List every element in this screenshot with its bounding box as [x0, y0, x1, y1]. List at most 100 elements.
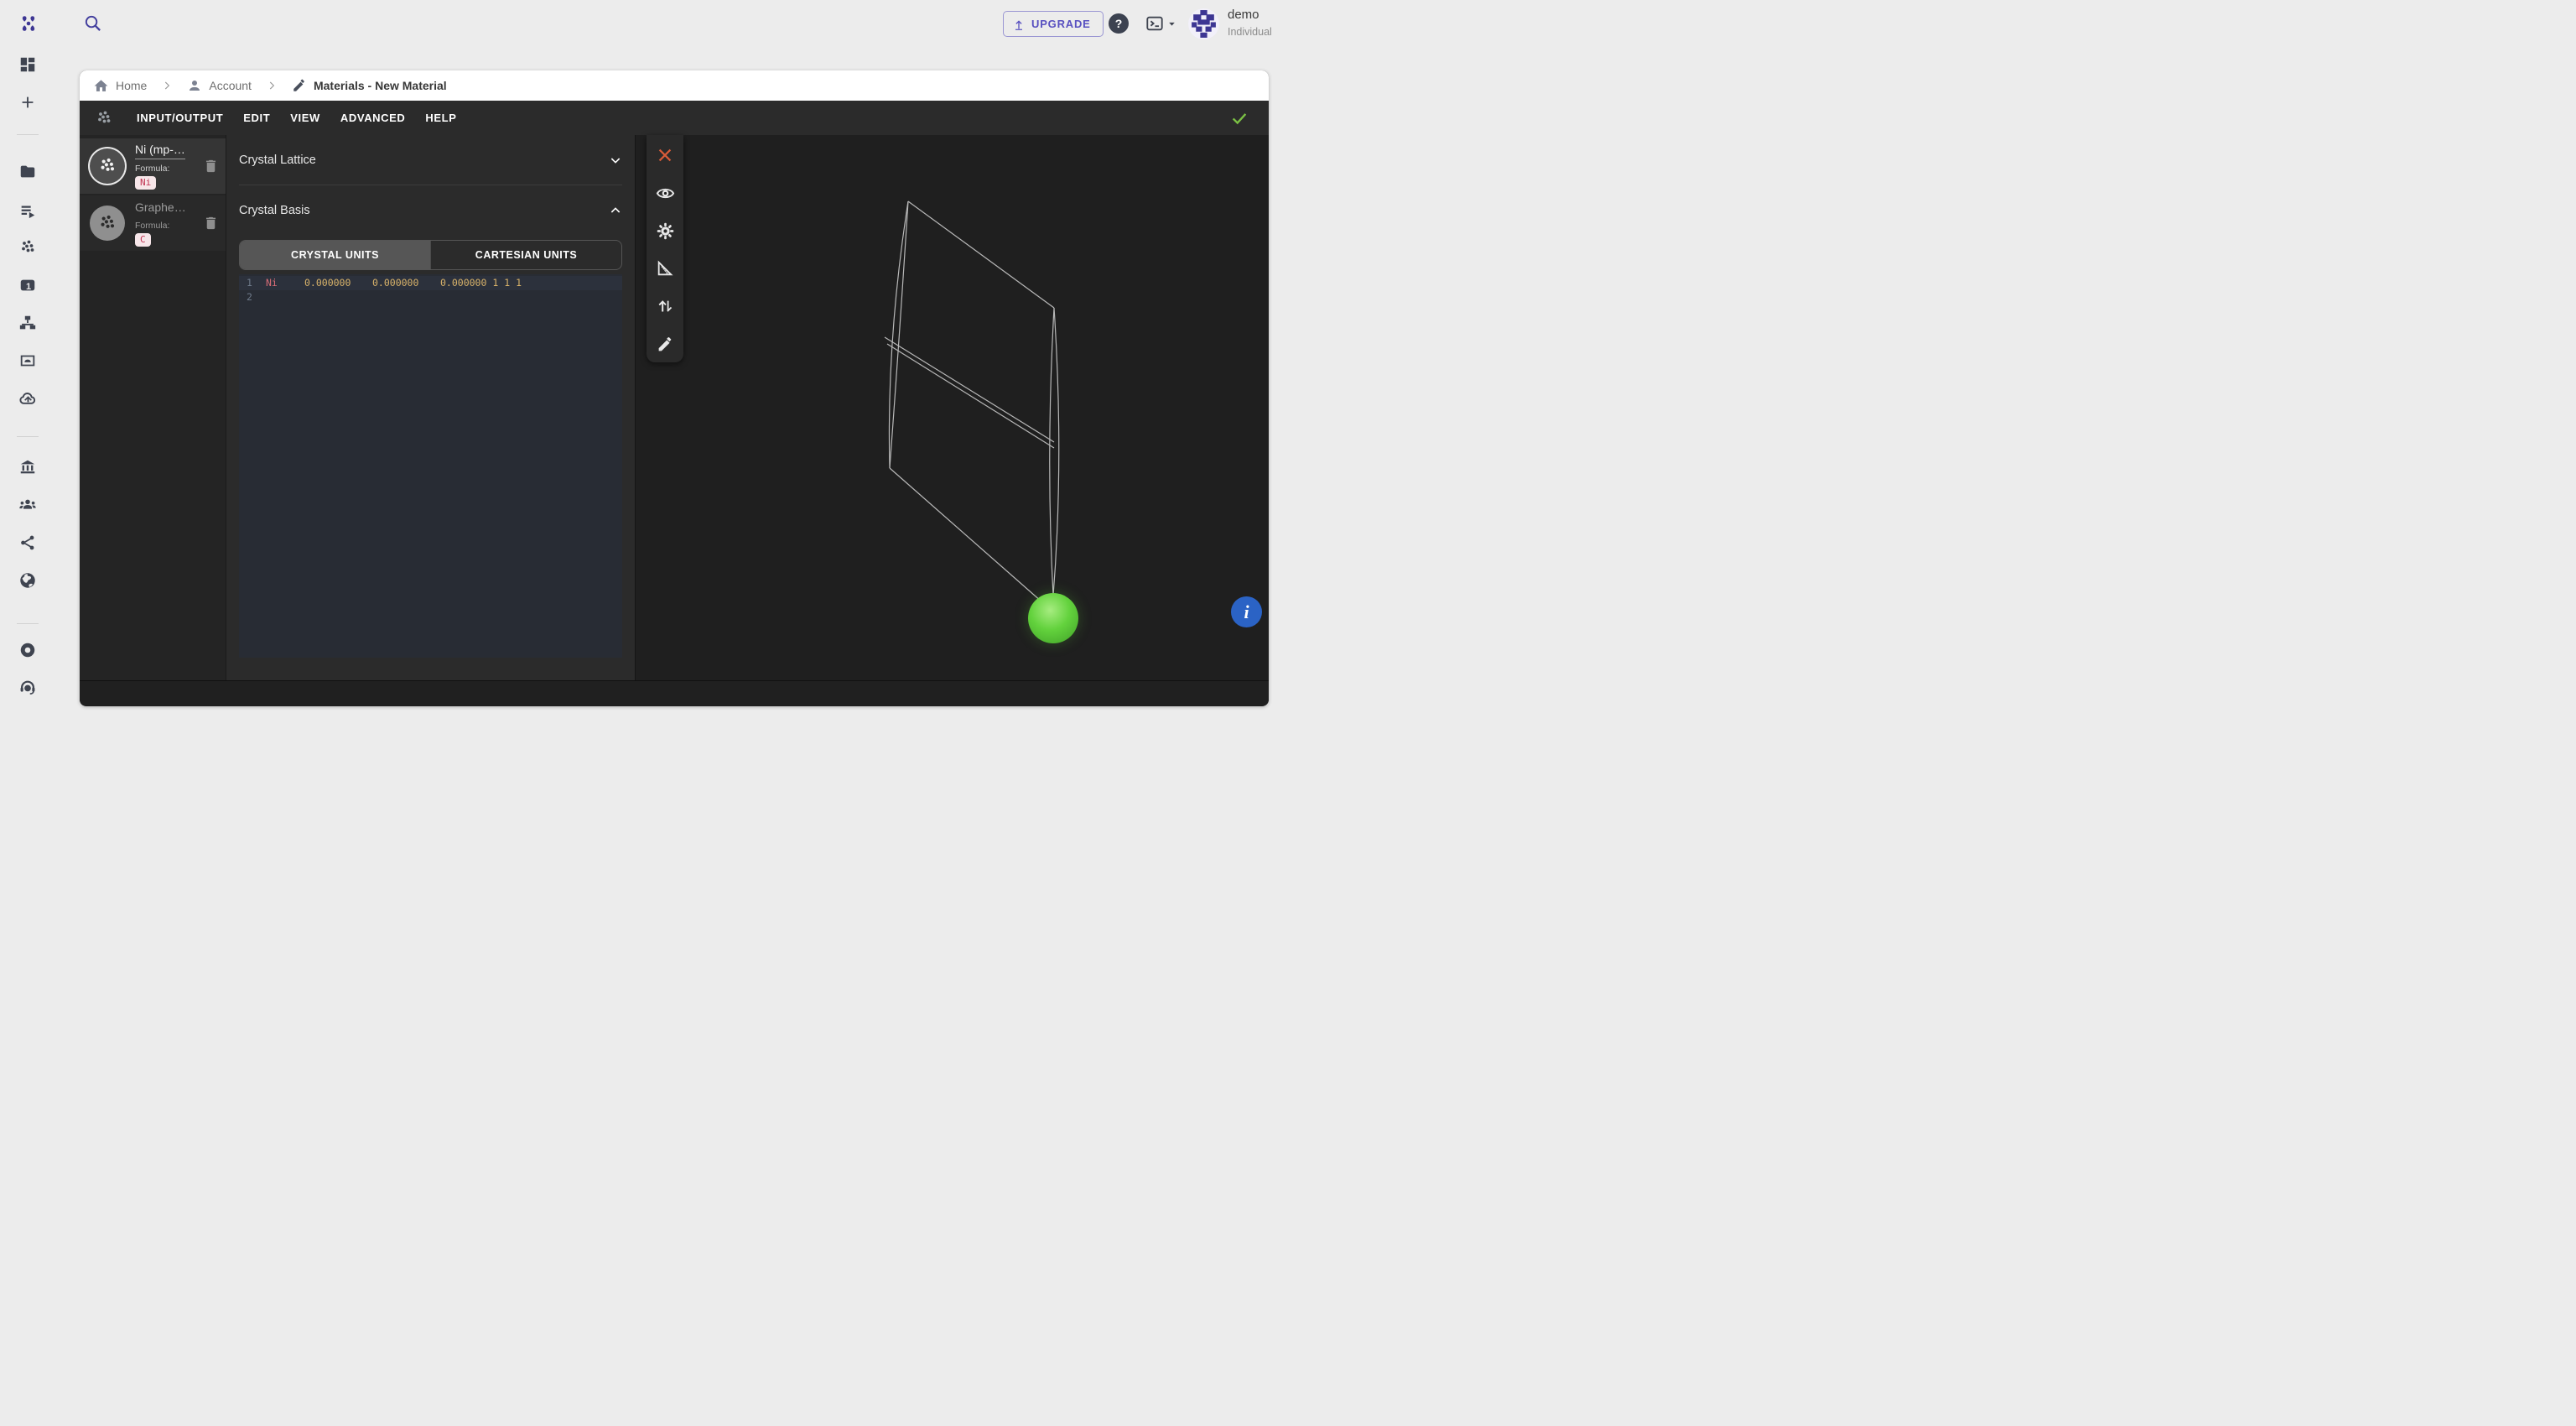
upgrade-label: UPGRADE [1031, 18, 1091, 30]
viewer-settings-button[interactable] [655, 221, 675, 241]
user-avatar[interactable] [1188, 8, 1219, 39]
material-item-graphene[interactable]: Graphe… Formula: C [80, 195, 226, 251]
sidebar-item-command-hub[interactable] [18, 641, 37, 659]
section-crystal-lattice[interactable]: Crystal Lattice [239, 135, 622, 185]
bank-icon [18, 458, 37, 476]
sidebar-item-workflows[interactable] [18, 314, 37, 332]
basis-code-editor[interactable]: 1 Ni 0.000000 0.000000 0.000000 1 1 1 2 [239, 274, 622, 658]
main-card: Home Account Materials - New Material IN… [80, 70, 1269, 706]
avatar-identicon [1188, 8, 1219, 39]
user-plan: Individual [1228, 26, 1272, 38]
menu-advanced[interactable]: ADVANCED [330, 101, 416, 135]
trash-icon [203, 159, 219, 174]
sidebar-divider [17, 623, 39, 624]
material-avatar [90, 148, 125, 184]
caret-down-icon [1166, 18, 1177, 29]
code-line-2: 2 [239, 290, 622, 304]
chevron-right-icon [266, 80, 278, 91]
chevron-right-icon [161, 80, 173, 91]
svg-text:1: 1 [26, 282, 31, 292]
sidebar-item-organization[interactable] [18, 458, 37, 476]
share-icon [18, 533, 37, 552]
gear-icon [656, 221, 675, 241]
tab-cartesian-units[interactable]: CARTESIAN UNITS [430, 241, 621, 269]
cloud-upload-icon [18, 389, 38, 409]
edit-structure-button[interactable] [655, 334, 675, 354]
people-icon [18, 496, 37, 514]
measure-button[interactable] [655, 258, 675, 278]
formula-chip: Ni [135, 176, 156, 190]
visibility-button[interactable] [655, 183, 675, 203]
chevron-up-icon[interactable] [609, 204, 622, 217]
plus-icon [18, 93, 37, 112]
section-crystal-basis[interactable]: Crystal Basis [239, 185, 622, 236]
home-icon [93, 78, 109, 94]
sidebar-item-create-new[interactable] [18, 93, 37, 112]
formula-label: Formula: [135, 164, 185, 174]
left-sidebar: 1 [0, 47, 55, 713]
section-title: Crystal Lattice [239, 154, 316, 167]
materials-dots-icon [18, 238, 37, 257]
units-tabs: CRYSTAL UNITS CARTESIAN UNITS [239, 240, 622, 270]
menu-view[interactable]: VIEW [280, 101, 330, 135]
editor-menubar: INPUT/OUTPUT EDIT VIEW ADVANCED HELP [80, 101, 1269, 135]
source-editor-panel: Crystal Lattice Crystal Basis CRYSTAL UN… [226, 135, 635, 680]
sidebar-item-materials[interactable] [18, 238, 37, 257]
user-name[interactable]: demo [1228, 8, 1259, 22]
y-coordinate: 0.000000 [372, 276, 440, 290]
search-button[interactable] [83, 13, 102, 33]
material-title[interactable]: Ni (mp-… [135, 143, 185, 159]
dashboard-icon [18, 55, 37, 74]
sidebar-item-unit[interactable]: 1 [18, 276, 37, 294]
help-button[interactable]: ? [1109, 13, 1129, 34]
chevron-down-icon[interactable] [609, 154, 622, 167]
menu-edit[interactable]: EDIT [233, 101, 280, 135]
search-icon [83, 13, 102, 33]
close-viewer-button[interactable] [655, 145, 675, 165]
mat3ra-logo-icon[interactable] [18, 13, 39, 34]
axes-toggle-button[interactable] [655, 296, 675, 316]
breadcrumb-account[interactable]: Account [187, 78, 252, 93]
folder-icon [18, 163, 37, 181]
line-number: 1 [239, 276, 257, 290]
upgrade-button[interactable]: UPGRADE [1003, 11, 1104, 37]
tab-crystal-units[interactable]: CRYSTAL UNITS [240, 241, 430, 269]
structure-viewer-canvas[interactable]: i [635, 135, 1269, 680]
sidebar-item-dashboard[interactable] [18, 55, 37, 74]
materials-list: Ni (mp-… Formula: Ni Graphe… Formula: C [80, 135, 226, 680]
sidebar-item-uploads[interactable] [18, 389, 37, 408]
helm-wheel-icon [18, 641, 37, 659]
bottom-status-bar [80, 680, 1269, 705]
material-title[interactable]: Graphe… [135, 200, 186, 216]
section-title: Crystal Basis [239, 204, 310, 217]
pencil-icon [657, 336, 674, 353]
sidebar-item-explore[interactable] [18, 571, 37, 590]
material-item-ni[interactable]: Ni (mp-… Formula: Ni [80, 138, 226, 194]
breadcrumb-home[interactable]: Home [93, 78, 147, 94]
material-dots-icon [97, 213, 117, 233]
pencil-icon [292, 78, 307, 93]
sidebar-item-media[interactable] [18, 351, 37, 370]
eye-icon [656, 184, 675, 203]
viewer-toolbar [647, 135, 683, 362]
line-number: 2 [239, 290, 257, 304]
sidebar-item-team[interactable] [18, 496, 37, 514]
delete-material-button[interactable] [203, 159, 219, 174]
trash-icon [203, 216, 219, 232]
image-icon [18, 351, 37, 370]
sidebar-item-shared[interactable] [18, 533, 37, 552]
selective-dynamics-flags: 1 1 1 [492, 276, 522, 290]
console-menu-button[interactable] [1145, 14, 1177, 33]
delete-material-button[interactable] [203, 216, 219, 232]
help-glyph: ? [1115, 17, 1123, 30]
sidebar-item-jobs[interactable] [18, 201, 37, 220]
menu-input-output[interactable]: INPUT/OUTPUT [127, 101, 233, 135]
content-row: Ni (mp-… Formula: Ni Graphe… Formula: C [80, 135, 1269, 680]
menu-help[interactable]: HELP [415, 101, 466, 135]
sidebar-item-support[interactable] [18, 679, 37, 697]
breadcrumb-account-label: Account [209, 79, 252, 92]
info-button[interactable]: i [1231, 596, 1262, 627]
sidebar-item-projects[interactable] [18, 163, 37, 181]
workflow-icon [18, 314, 37, 332]
saved-check-icon [1230, 109, 1249, 128]
